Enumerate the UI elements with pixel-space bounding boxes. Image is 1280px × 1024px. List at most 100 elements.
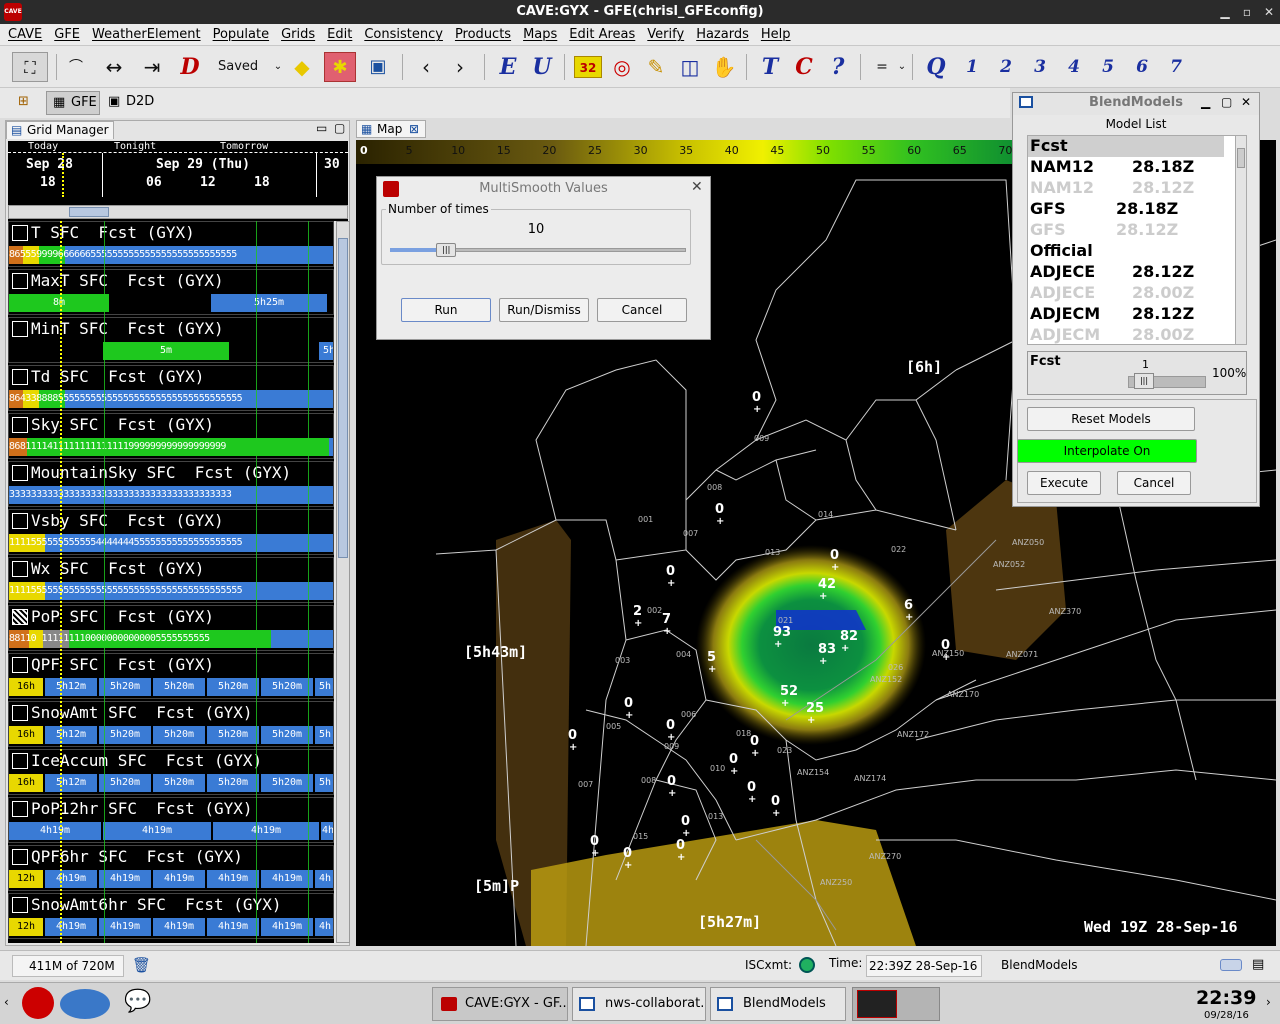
grid-segment[interactable]: 5h20m [207, 726, 259, 744]
grid-segment[interactable]: 5h [319, 342, 333, 360]
row-checkbox[interactable] [12, 801, 28, 817]
row-timeline-strip[interactable]: 1111555555555555555555555555555555555555… [9, 582, 333, 600]
grid-row[interactable]: SnowAmt SFC Fcst (GYX) 16h 5h12m 5h20m 5h20m… [8, 701, 334, 747]
menu-products[interactable]: Products [451, 24, 515, 46]
grid-segment[interactable]: 5h20m [261, 774, 313, 792]
menu-verify[interactable]: Verify [643, 24, 688, 46]
next-icon[interactable]: › [446, 52, 474, 82]
maximize-icon[interactable]: ▫ [1236, 0, 1258, 24]
zoom-extent-icon[interactable]: ⛶ [12, 52, 48, 82]
grid-segment[interactable]: 4h19m [99, 918, 151, 936]
menu-help[interactable]: Help [757, 24, 795, 46]
terrain-icon[interactable]: ⌒ [62, 52, 90, 82]
row-timeline-strip[interactable]: 8681111411111111111111999999999999999999 [9, 438, 333, 456]
model-list-item[interactable]: GFS 28.18Z [1030, 199, 1226, 220]
row-checkbox[interactable] [12, 705, 28, 721]
tool-c-icon[interactable]: C [790, 52, 818, 82]
grid-segment[interactable]: 16h [9, 774, 43, 792]
row-timeline-strip[interactable]: 16h 5h12m 5h20m 5h20m 5h20m 5h20m 5h [9, 774, 333, 792]
grid-segment[interactable]: 4h19m [261, 870, 313, 888]
row-checkbox[interactable] [12, 273, 28, 289]
calendar-32-icon[interactable]: 32 [574, 56, 602, 78]
maximize-view-icon[interactable]: ▢ [334, 121, 345, 135]
model-list-item[interactable]: ADJECE 28.12Z [1030, 262, 1226, 283]
grid-row[interactable]: PoP SFC Fcst (GYX) 88110 1111111100000000… [8, 605, 334, 651]
workspace-switcher[interactable] [852, 987, 940, 1021]
grid-manager-tab[interactable]: ▤ Grid Manager [6, 121, 114, 139]
target-icon[interactable]: ◎ [608, 52, 636, 82]
draw-d-icon[interactable]: D [176, 52, 204, 82]
menu-weatherelement[interactable]: WeatherElement [88, 24, 205, 46]
grid-segment[interactable]: 12h [9, 870, 43, 888]
edit-e-icon[interactable]: E [494, 52, 522, 82]
grid-row[interactable]: T SFC Fcst (GYX) 865559999666666555555555… [8, 221, 334, 267]
model-list-item[interactable]: ADJECM 28.00Z [1030, 325, 1226, 344]
grid-row[interactable]: MountainSky SFC Fcst (GYX) 33333333333333… [8, 461, 334, 507]
row-timeline-strip[interactable]: 4h19m 4h19m 4h19m 4h [9, 822, 333, 840]
task-cave[interactable]: CAVE:GYX - GF... [432, 987, 568, 1021]
run-dismiss-button[interactable]: Run/Dismiss [499, 298, 589, 322]
row-checkbox[interactable] [12, 513, 28, 529]
grid-segment[interactable]: 4h19m [207, 918, 259, 936]
tool-4-icon[interactable]: 4 [1060, 52, 1088, 82]
tool-1-icon[interactable]: 1 [958, 52, 986, 82]
row-timeline-strip[interactable]: 1111555555555555444444455555555555555555… [9, 534, 333, 552]
chevron-left-icon[interactable]: ‹ [4, 995, 9, 1009]
panel-icon[interactable]: ▤ [1252, 957, 1264, 972]
model-list-item[interactable]: GFS 28.12Z [1030, 220, 1226, 241]
reset-models-button[interactable]: Reset Models [1027, 407, 1195, 431]
grid-segment[interactable]: 12h [9, 918, 43, 936]
redhat-menu-icon[interactable] [22, 987, 54, 1019]
task-blendmodels[interactable]: BlendModels [710, 987, 846, 1021]
trash-icon[interactable]: 🗑 [132, 956, 151, 974]
row-checkbox[interactable] [12, 465, 28, 481]
grid-segment[interactable]: 4h19m [153, 870, 205, 888]
minimize-icon[interactable]: ▁ [1214, 0, 1236, 24]
toggle-icon[interactable] [1220, 959, 1242, 971]
move-arrow-icon[interactable]: ↔ [100, 52, 128, 82]
menu-edit-areas[interactable]: Edit Areas [565, 24, 639, 46]
menu-consistency[interactable]: Consistency [360, 24, 447, 46]
model-list-item[interactable]: Fcst [1028, 136, 1224, 157]
edit-area-icon[interactable]: ✱ [324, 52, 356, 82]
grid-segment[interactable]: 4h19m [99, 870, 151, 888]
tool-5-icon[interactable]: 5 [1094, 52, 1122, 82]
grid-segment[interactable]: 5h20m [207, 678, 259, 696]
tool-2-icon[interactable]: 2 [992, 52, 1020, 82]
grid-row[interactable]: PoP12hr SFC Fcst (GYX) 4h19m 4h19m 4h19m 4h [8, 797, 334, 843]
workspace-thumb[interactable] [857, 990, 897, 1018]
tool-q-icon[interactable]: Q [922, 52, 950, 82]
grid-rows-scrollbar[interactable] [336, 221, 350, 943]
prev-icon[interactable]: ‹ [412, 52, 440, 82]
row-checkbox[interactable] [12, 849, 28, 865]
menu-edit[interactable]: Edit [323, 24, 356, 46]
help-icon[interactable]: ? [824, 52, 852, 82]
row-timeline-strip[interactable]: 88110 1111111100000000000005555555555 [9, 630, 333, 648]
grid-segment[interactable]: 4h19m [207, 870, 259, 888]
grid-segment[interactable]: 5h25m [211, 294, 327, 312]
row-checkbox[interactable] [12, 369, 28, 385]
row-timeline-strip[interactable]: 16h 5h12m 5h20m 5h20m 5h20m 5h20m 5h [9, 726, 333, 744]
grid-row[interactable]: MinT SFC Fcst (GYX) 5m 5h [8, 317, 334, 363]
edit-u-icon[interactable]: U [528, 52, 556, 82]
execute-button[interactable]: Execute [1027, 471, 1101, 495]
awips-icon[interactable] [60, 989, 110, 1019]
grid-segment[interactable]: 5m [103, 342, 229, 360]
grid-segment[interactable]: 5h12m [45, 678, 97, 696]
grid-segment[interactable]: 4h19m [103, 822, 211, 840]
minimize-view-icon[interactable]: ▭ [316, 121, 327, 135]
menu-maps[interactable]: Maps [519, 24, 561, 46]
grid-segment[interactable]: 4h19m [153, 918, 205, 936]
menu-grids[interactable]: Grids [277, 24, 319, 46]
grid-segment[interactable]: 4h [321, 822, 333, 840]
gfe-perspective-button[interactable]: ▦ GFE [46, 91, 100, 115]
model-list-item[interactable]: ADJECE 28.00Z [1030, 283, 1226, 304]
row-timeline-strip[interactable]: 3333333333333333333333333333333333333333… [9, 486, 333, 504]
row-checkbox[interactable] [12, 609, 28, 625]
binoculars-icon[interactable]: ◫ [676, 52, 704, 82]
grid-segment[interactable]: 4h19m [261, 918, 313, 936]
grid-row[interactable]: Td SFC Fcst (GYX) 86433888855555555555555… [8, 365, 334, 411]
row-timeline-strip[interactable]: 16h 5h12m 5h20m 5h20m 5h20m 5h20m 5h [9, 678, 333, 696]
d2d-perspective-button[interactable]: ▣ D2D [106, 91, 160, 115]
grid-row[interactable]: QPF6hr SFC Fcst (GYX) 12h 4h19m 4h19m 4h19m 4… [8, 845, 334, 891]
